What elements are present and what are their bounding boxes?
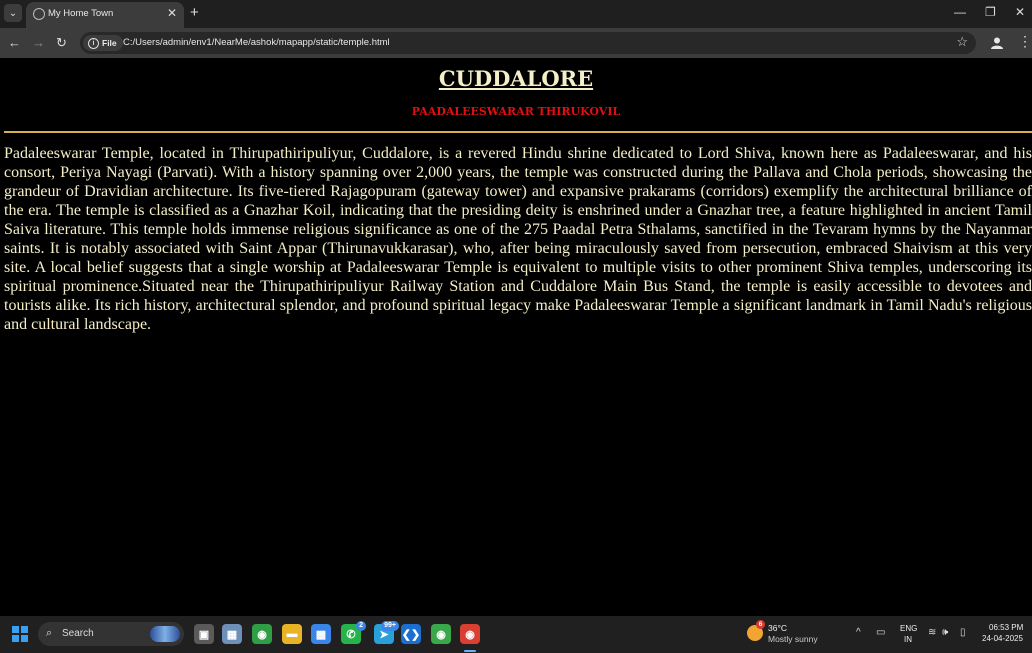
file-label: File xyxy=(102,38,117,48)
region-indicator[interactable]: IN xyxy=(904,635,912,644)
store-icon[interactable]: ▩ xyxy=(311,624,331,644)
weather-badge: 6 xyxy=(756,620,765,629)
clock-time[interactable]: 06:53 PM xyxy=(989,623,1023,632)
windows-taskbar: ⌕ Search ▣ ▦ ◉ ▬ ▩ ✆ 2 ➤ 99+ ❮❯ ◉ ◉ 6 36°C Mostly s… xyxy=(0,616,1032,653)
profile-icon[interactable] xyxy=(990,36,1004,50)
browser-tab[interactable]: My Home Town ✕ xyxy=(26,2,184,28)
search-highlight-image xyxy=(150,626,180,642)
volume-icon[interactable]: 🕪 xyxy=(942,627,948,639)
globe-icon xyxy=(33,8,45,20)
notification-badge: 99+ xyxy=(381,621,399,631)
new-tab-button[interactable]: + xyxy=(190,5,199,21)
temple-description: Padaleeswarar Temple, located in Thirupa… xyxy=(4,145,1032,333)
city-title: CUDDALORE xyxy=(438,66,594,91)
task-view-icon[interactable]: ▣ xyxy=(194,624,214,644)
restore-button[interactable]: ❐ xyxy=(985,4,996,20)
photos-icon[interactable]: ▦ xyxy=(222,624,242,644)
file-explorer-icon[interactable]: ▬ xyxy=(282,624,302,644)
bookmark-star-icon[interactable]: ☆ xyxy=(956,34,968,50)
site-info-chip[interactable]: i File xyxy=(83,35,123,51)
search-icon: ⌕ xyxy=(46,627,53,639)
address-bar[interactable]: i File C:/Users/admin/env1/NearMe/ashok/… xyxy=(80,32,976,54)
active-app-indicator xyxy=(464,650,476,652)
temple-name: PAADALEESWARAR THIRUKOVIL xyxy=(411,105,621,118)
battery-icon[interactable]: ▯ xyxy=(960,627,966,639)
weather-temperature[interactable]: 36°C xyxy=(768,623,787,633)
back-button[interactable]: ← xyxy=(8,35,21,51)
forward-button[interactable]: → xyxy=(32,35,45,51)
minimize-button[interactable]: — xyxy=(954,4,966,20)
search-label: Search xyxy=(62,628,94,639)
telegram-icon[interactable]: ➤ 99+ xyxy=(374,621,399,644)
reload-button[interactable]: ↻ xyxy=(56,35,67,51)
tab-search-button[interactable]: ⌄ xyxy=(4,4,22,22)
whatsapp-icon[interactable]: ✆ 2 xyxy=(341,621,366,644)
url-text[interactable]: C:/Users/admin/env1/NearMe/ashok/mapapp/… xyxy=(123,37,390,48)
notification-badge: 2 xyxy=(356,621,366,631)
display-icon[interactable]: ▭ xyxy=(876,627,885,639)
divider xyxy=(4,131,1032,133)
clock-date[interactable]: 24-04-2025 xyxy=(982,634,1023,643)
chevron-up-icon[interactable]: ^ xyxy=(856,627,861,639)
wifi-icon[interactable]: ≋ xyxy=(928,627,936,639)
chrome-active-icon[interactable]: ◉ xyxy=(460,624,480,644)
chrome-profile-icon[interactable]: ◉ xyxy=(431,624,451,644)
page-content: CUDDALORE PAADALEESWARAR THIRUKOVIL Pada… xyxy=(0,58,1032,616)
browser-menu-icon[interactable]: ⋮ xyxy=(1018,33,1032,49)
taskbar-search[interactable]: ⌕ Search xyxy=(38,622,184,646)
browser-toolbar: ← → ↻ i File C:/Users/admin/env1/NearMe/… xyxy=(0,28,1032,58)
tab-close-icon[interactable]: ✕ xyxy=(167,6,177,20)
language-indicator[interactable]: ENG xyxy=(900,624,917,633)
vscode-icon[interactable]: ❮❯ xyxy=(401,624,421,644)
window-close-button[interactable]: ✕ xyxy=(1015,4,1025,20)
info-icon: i xyxy=(88,37,99,49)
tab-title: My Home Town xyxy=(48,8,114,19)
chrome-icon[interactable]: ◉ xyxy=(252,624,272,644)
windows-start-icon[interactable] xyxy=(12,626,28,642)
weather-condition[interactable]: Mostly sunny xyxy=(768,634,818,644)
browser-tab-strip: ⌄ My Home Town ✕ + — ❐ ✕ xyxy=(0,0,1032,28)
